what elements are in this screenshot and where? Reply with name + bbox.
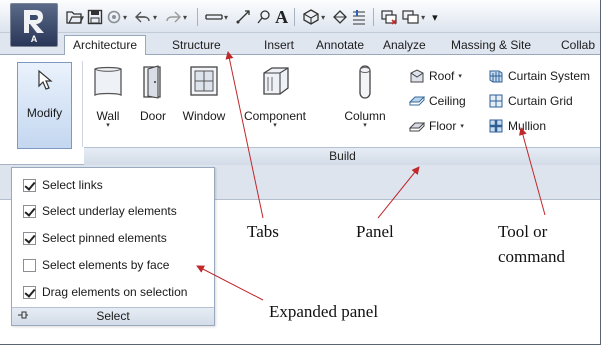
panel-callout-arrow (377, 166, 420, 219)
tool-callout-arrow (519, 127, 546, 216)
callout-layer: Tabs Panel Tool or command Expanded pane… (0, 0, 601, 356)
callout-arrows (196, 51, 546, 301)
tabs-callout-arrow (225, 51, 264, 219)
expanded-callout-arrow (196, 265, 264, 301)
